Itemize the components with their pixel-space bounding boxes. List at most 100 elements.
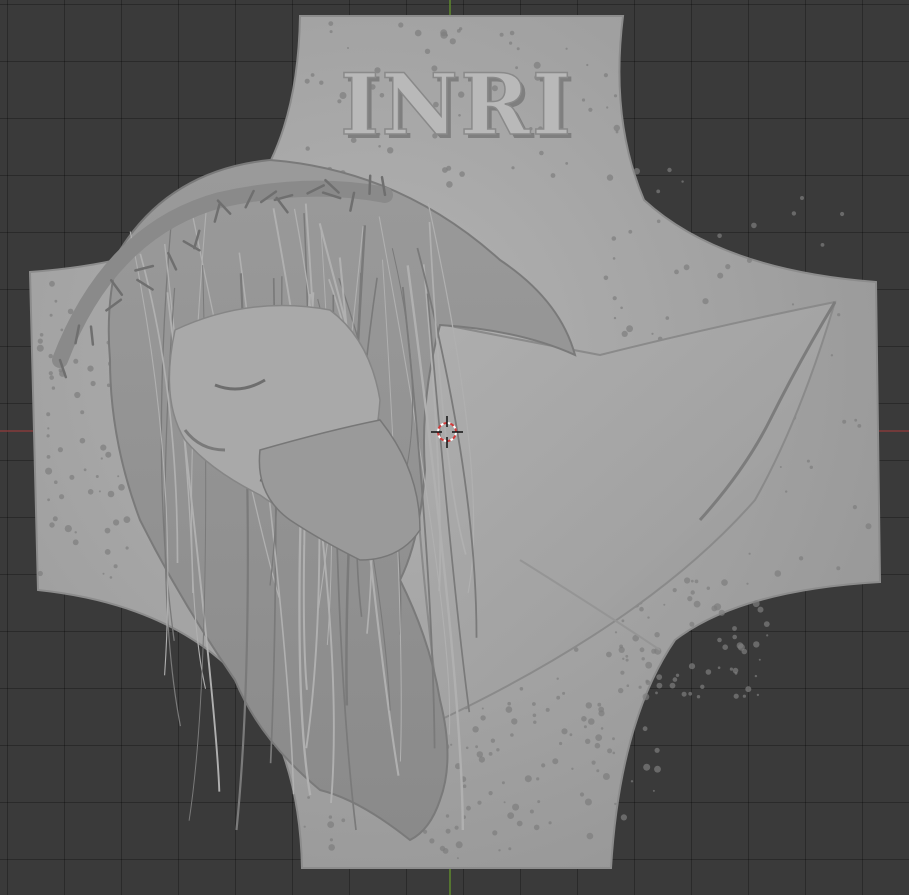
surface-pit [64, 525, 72, 533]
surface-pit [791, 303, 795, 306]
surface-pit [820, 243, 825, 247]
surface-pit [620, 814, 628, 821]
surface-pit [46, 455, 51, 459]
surface-pit [113, 519, 120, 526]
surface-pit [125, 546, 129, 550]
surface-pit [736, 642, 744, 649]
surface-pit [556, 695, 561, 700]
surface-pit [477, 800, 482, 805]
surface-pit [645, 680, 651, 686]
surface-pit [586, 832, 594, 840]
surface-pit [550, 173, 556, 178]
surface-pit [47, 498, 50, 502]
surface-pit [746, 582, 749, 585]
surface-pit [746, 258, 752, 263]
surface-pit [688, 691, 693, 696]
surface-pit [696, 695, 701, 699]
3d-viewport[interactable]: INRI INRI [0, 0, 909, 895]
surface-pit [588, 718, 595, 725]
surface-pit [717, 637, 722, 643]
surface-pit [472, 726, 479, 733]
surface-pit [569, 733, 573, 737]
relief-model[interactable]: INRI INRI [0, 0, 909, 895]
surface-pit [722, 644, 728, 650]
surface-pit [656, 219, 661, 224]
surface-pit [598, 706, 605, 713]
surface-pit [717, 666, 721, 669]
surface-pit [74, 531, 77, 534]
surface-pit [72, 539, 79, 546]
surface-pit [545, 707, 550, 712]
surface-pit [524, 775, 532, 783]
surface-pit [613, 94, 618, 98]
surface-pit [718, 609, 725, 616]
surface-pit [626, 684, 630, 687]
surface-pit [857, 424, 862, 428]
surface-pit [665, 316, 670, 320]
surface-pit [559, 741, 563, 746]
surface-pit [488, 752, 493, 756]
surface-pit [59, 494, 65, 500]
surface-pit [39, 333, 44, 337]
surface-pit [456, 29, 461, 33]
surface-pit [625, 658, 629, 662]
surface-pit [766, 634, 769, 637]
surface-pit [732, 626, 737, 631]
surface-pit [830, 354, 834, 357]
surface-pit [606, 174, 614, 181]
surface-pit [748, 552, 751, 555]
surface-pit [100, 457, 103, 460]
surface-pit [74, 391, 81, 399]
surface-pit [672, 677, 678, 682]
surface-pit [651, 648, 657, 654]
surface-pit [721, 579, 728, 586]
surface-pit [620, 306, 623, 310]
surface-pit [478, 756, 485, 763]
surface-pit [548, 821, 552, 825]
surface-pit [445, 814, 450, 818]
surface-pit [307, 796, 310, 799]
surface-pit [440, 29, 448, 37]
surface-pit [480, 715, 486, 721]
surface-pit [48, 353, 53, 359]
surface-pit [90, 380, 96, 387]
surface-pit [429, 838, 435, 844]
surface-pit [45, 467, 53, 475]
surface-pit [329, 30, 333, 34]
surface-pit [465, 746, 469, 750]
surface-pit [496, 748, 500, 752]
surface-pit [647, 616, 650, 619]
surface-pit [625, 654, 629, 658]
surface-pit [83, 468, 87, 472]
surface-pit [806, 459, 810, 463]
surface-pit [745, 686, 752, 693]
surface-pit [304, 78, 310, 84]
surface-pit [594, 742, 601, 749]
surface-pit [683, 264, 690, 271]
surface-pit [509, 30, 515, 36]
surface-pit [693, 600, 701, 608]
surface-pit [583, 725, 587, 729]
surface-pit [654, 632, 660, 638]
surface-pit [449, 38, 456, 45]
surface-pit [628, 229, 633, 234]
surface-pit [565, 162, 569, 165]
surface-pit [561, 728, 568, 735]
surface-pit [305, 146, 310, 151]
surface-pit [655, 691, 658, 695]
surface-pit [732, 634, 737, 640]
surface-pit [310, 73, 315, 77]
surface-pit [69, 474, 75, 480]
surface-pit [503, 801, 506, 804]
surface-pit [656, 189, 661, 194]
surface-pit [556, 677, 559, 680]
surface-pit [713, 603, 722, 611]
surface-pit [669, 682, 676, 689]
surface-pit [552, 758, 559, 765]
surface-pit [510, 733, 514, 737]
surface-pit [702, 298, 709, 305]
surface-pit [758, 658, 761, 661]
surface-pit [700, 684, 705, 689]
surface-pit [613, 124, 620, 132]
surface-pit [651, 332, 654, 335]
